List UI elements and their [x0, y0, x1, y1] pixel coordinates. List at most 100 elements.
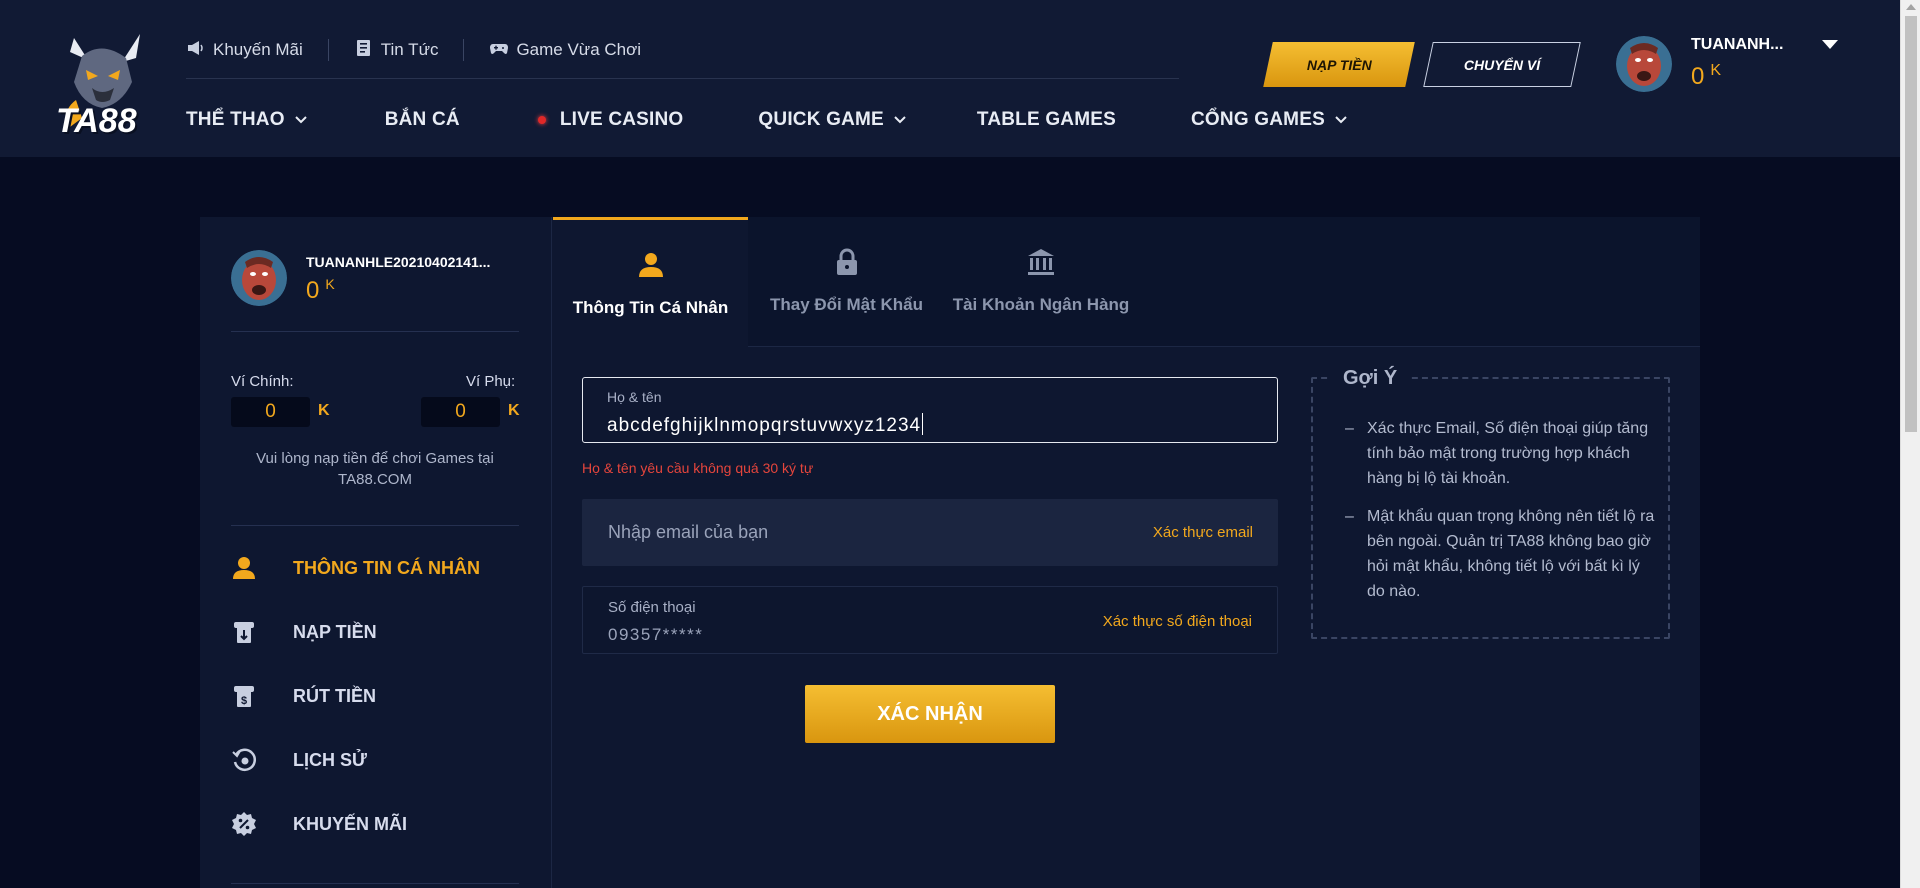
sidebar-item-label: THÔNG TIN CÁ NHÂN: [293, 557, 480, 578]
sidebar-item-label: RÚT TIỀN: [293, 685, 376, 706]
avatar: [231, 250, 287, 306]
scrollbar-thumb[interactable]: [1905, 16, 1917, 432]
nav-divider: [186, 78, 1179, 79]
nav-label: TABLE GAMES: [976, 109, 1116, 130]
top-link-label: Game Vừa Chơi: [516, 40, 642, 59]
tab-label: Thay Đổi Mật Khẩu: [769, 295, 923, 314]
nav-label: QUICK GAME: [758, 109, 884, 130]
verify-email-link[interactable]: Xác thực email: [1153, 524, 1253, 541]
nav-label: THỂ THAO: [186, 109, 285, 130]
tab-label: Tài Khoản Ngân Hàng: [952, 295, 1130, 314]
tab-personal-info[interactable]: Thông Tin Cá Nhân: [553, 217, 748, 347]
nav-fishing[interactable]: BẮN CÁ: [385, 109, 460, 131]
sidebar-username: TUANANHLE20210402141...: [306, 254, 491, 270]
hint-list: Xác thực Email, Số điện thoại giúp tăng …: [1345, 416, 1655, 617]
deposit-button[interactable]: NẠP TIỀN: [1263, 42, 1415, 87]
top-link-news[interactable]: Tin Tức: [354, 39, 439, 62]
sidebar-item-label: LỊCH SỬ: [293, 749, 367, 770]
nav-label: CỔNG GAMES: [1191, 109, 1325, 130]
phone-value: 09357*****: [608, 625, 704, 644]
withdraw-icon: $: [234, 686, 254, 707]
divider: [231, 883, 519, 884]
sub-wallet-value: 0: [421, 397, 500, 427]
main-wallet-unit: K: [318, 402, 330, 419]
nav-sports[interactable]: THỂ THAO: [186, 109, 307, 131]
logo-text: TA88: [56, 102, 137, 140]
tab-label: Thông Tin Cá Nhân: [572, 298, 729, 317]
sidebar-item-history[interactable]: LỊCH SỬ: [231, 745, 367, 775]
top-link-label: Khuyến Mãi: [213, 40, 303, 59]
user-icon: [233, 557, 255, 579]
transfer-wallet-button[interactable]: CHUYỂN VÍ: [1423, 42, 1581, 87]
email-placeholder: Nhập email của bạn: [608, 522, 769, 542]
top-link-label: Tin Tức: [380, 40, 439, 59]
main-wallet-label: Ví Chính:: [231, 373, 294, 390]
sidebar-item-withdraw[interactable]: $ RÚT TIỀN: [231, 681, 376, 711]
full-name-input[interactable]: abcdefghijklnmopqrstuvwxyz1234: [607, 413, 924, 437]
gamepad-icon: [489, 39, 509, 62]
bank-icon: [1028, 249, 1054, 275]
header-username: TUANANH...: [1691, 36, 1784, 53]
sub-wallet-label: Ví Phụ:: [466, 373, 516, 390]
megaphone-icon: [186, 39, 206, 62]
nav-label: BẮN CÁ: [384, 109, 460, 130]
sidebar-item-profile[interactable]: THÔNG TIN CÁ NHÂN: [231, 553, 480, 583]
lock-icon: [836, 248, 857, 275]
chevron-down-icon: [894, 116, 906, 124]
nav-quick-game[interactable]: QUICK GAME: [758, 109, 906, 131]
deposit-note: Vui lòng nạp tiền để chơi Games tại TA88…: [256, 450, 494, 488]
avatar[interactable]: [1616, 36, 1672, 92]
divider: [231, 331, 519, 332]
nav-label: LIVE CASINO: [559, 109, 684, 130]
svg-text:$: $: [241, 695, 247, 707]
chevron-down-icon: [295, 116, 307, 124]
sidebar-item-deposit[interactable]: NẠP TIỀN: [231, 617, 377, 647]
email-field[interactable]: Nhập email của bạn Xác thực email: [582, 499, 1278, 566]
header-balance: 0K: [1691, 62, 1721, 91]
account-panel: TUANANHLE20210402141... 0K Ví Chính: Ví …: [200, 217, 1700, 888]
sidebar-item-label: KHUYẾN MÃI: [293, 813, 408, 834]
live-indicator-icon: [537, 116, 546, 124]
chevron-down-icon: [1335, 116, 1347, 124]
caret-down-icon[interactable]: [1822, 40, 1838, 50]
page-scrollbar[interactable]: [1900, 0, 1920, 888]
sub-wallet-unit: K: [508, 402, 520, 419]
account-sidebar: TUANANHLE20210402141... 0K Ví Chính: Ví …: [200, 217, 552, 888]
balance-value: 0: [1691, 63, 1705, 90]
sidebar-item-promotion[interactable]: KHUYẾN MÃI: [231, 809, 407, 839]
divider: [327, 39, 329, 61]
phone-field: Số điện thoại 09357***** Xác thực số điệ…: [582, 586, 1278, 654]
hint-item: Mật khẩu quan trọng không nên tiết lộ ra…: [1345, 504, 1655, 604]
user-icon: [638, 253, 663, 277]
nav-live-casino[interactable]: LIVE CASINO: [537, 109, 684, 131]
sidebar-balance: 0K: [306, 276, 335, 305]
site-header: TA88 Khuyến Mãi Tin Tức Game Vừa Chơi TH…: [0, 0, 1900, 157]
nav-table-games[interactable]: TABLE GAMES: [977, 109, 1116, 131]
account-tabs: Thông Tin Cá Nhân Thay Đổi Mật Khẩu Tài …: [553, 217, 1700, 347]
main-wallet-value: 0: [231, 397, 310, 427]
nav-game-portal[interactable]: CỔNG GAMES: [1191, 109, 1347, 131]
sidebar-item-label: NẠP TIỀN: [293, 621, 377, 642]
news-icon: [354, 39, 374, 62]
divider: [231, 525, 519, 526]
scroll-up-arrow-icon[interactable]: [1906, 4, 1916, 10]
deposit-icon: [234, 622, 254, 643]
full-name-error: Họ & tên yêu cầu không quá 30 ký tự: [582, 460, 814, 476]
divider: [463, 39, 465, 61]
ta88-logo[interactable]: TA88: [52, 30, 152, 142]
promotion-icon: [232, 812, 256, 836]
top-link-promotions[interactable]: Khuyến Mãi: [186, 39, 303, 62]
main-nav: THỂ THAO BẮN CÁ LIVE CASINO QUICK GAME T…: [186, 106, 1347, 134]
transfer-button-label: CHUYỂN VÍ: [1463, 56, 1541, 73]
hint-item: Xác thực Email, Số điện thoại giúp tăng …: [1345, 416, 1655, 491]
hint-title: Gợi Ý: [1331, 367, 1410, 390]
tab-change-password[interactable]: Thay Đổi Mật Khẩu: [748, 217, 945, 347]
top-link-recent-games[interactable]: Game Vừa Chơi: [489, 39, 641, 62]
tab-bank-account[interactable]: Tài Khoản Ngân Hàng: [945, 217, 1137, 347]
history-icon: [232, 748, 256, 772]
balance-unit: K: [1710, 62, 1722, 79]
full-name-value: abcdefghijklnmopqrstuvwxyz1234: [607, 415, 922, 436]
submit-button[interactable]: XÁC NHẬN: [805, 685, 1055, 743]
full-name-field[interactable]: Họ & tên abcdefghijklnmopqrstuvwxyz1234: [582, 377, 1278, 443]
verify-phone-link[interactable]: Xác thực số điện thoại: [1103, 613, 1252, 630]
